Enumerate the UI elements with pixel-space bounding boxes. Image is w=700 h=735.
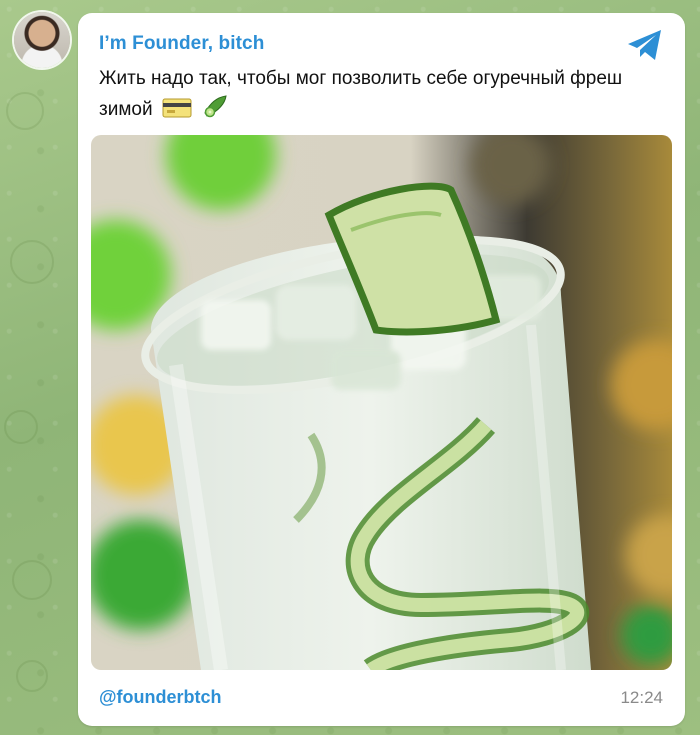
wallpaper-doodle: [6, 92, 44, 130]
channel-link[interactable]: @founderbtch: [99, 687, 222, 708]
credit-card-icon: [162, 97, 192, 128]
wallpaper-doodle: [12, 560, 52, 600]
wallpaper-doodle: [4, 410, 38, 444]
channel-name[interactable]: I’m Founder, bitch: [99, 33, 264, 55]
post-photo[interactable]: [91, 135, 672, 670]
wallpaper-doodle: [10, 240, 54, 284]
message-text-block: Жить надо так, чтобы мог позволить себе …: [99, 65, 659, 128]
message-time: 12:24: [620, 688, 663, 707]
message-card: I’m Founder, bitch Жить надо так, чтобы …: [78, 13, 685, 726]
wallpaper-doodle: [16, 660, 48, 692]
telegram-icon[interactable]: [625, 27, 665, 63]
channel-avatar[interactable]: [14, 12, 70, 68]
cucumber-icon: [201, 93, 229, 128]
